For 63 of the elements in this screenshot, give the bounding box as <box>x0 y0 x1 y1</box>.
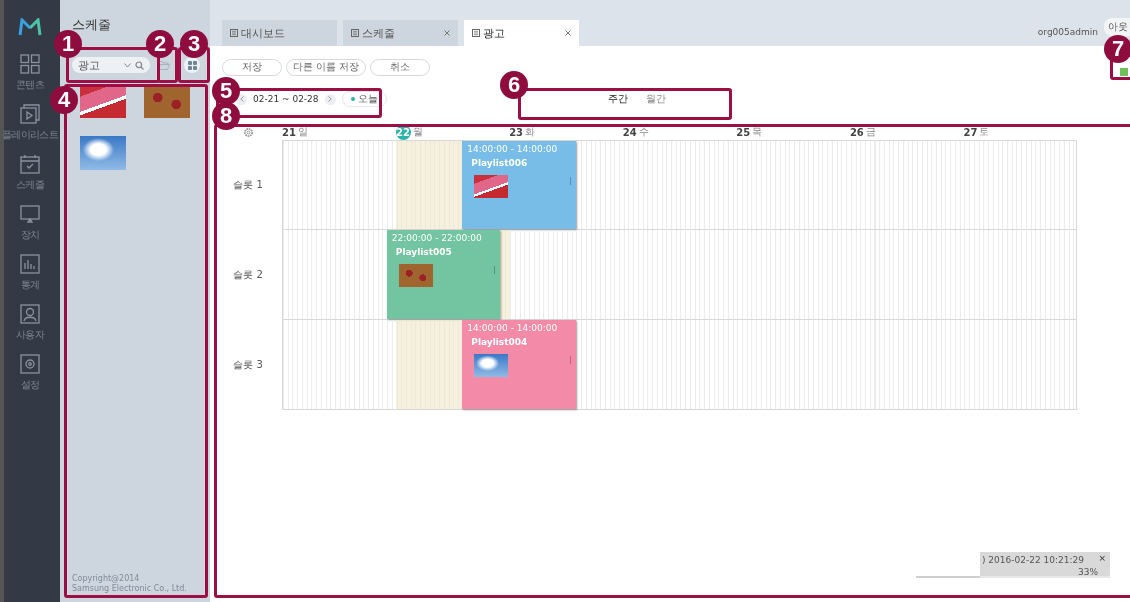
nav-item[interactable]: 장치 <box>0 202 60 244</box>
search-icon <box>135 60 144 70</box>
photo-placeholder[interactable] <box>80 136 126 170</box>
grid-icon <box>20 54 40 74</box>
tab[interactable]: 스케줄 <box>343 20 458 46</box>
next-button[interactable] <box>324 93 336 105</box>
close-icon[interactable] <box>444 30 450 36</box>
tab[interactable]: 대시보드 <box>222 20 337 46</box>
document-icon <box>472 29 480 37</box>
view-tab[interactable]: 주간 <box>608 92 628 106</box>
date-range: 02-21 ~ 02-28 <box>253 94 319 104</box>
monitor-icon <box>20 204 40 224</box>
day-header: 21 일 <box>282 125 309 140</box>
gear-icon <box>20 354 40 374</box>
progress-percent: 33% <box>1078 567 1098 577</box>
logout-button[interactable]: 아웃 <box>1104 18 1130 36</box>
today-button[interactable]: 오늘 <box>341 91 387 107</box>
toolbar-button[interactable]: 다른 이름 저장 <box>286 58 366 76</box>
logo-icon <box>18 18 42 36</box>
play-icon <box>20 104 40 124</box>
user-name: org005admin <box>1037 27 1098 37</box>
day-header: 27 토 <box>963 125 991 140</box>
chevron-right-icon <box>328 96 333 102</box>
day-header: 26 금 <box>849 125 877 140</box>
tab[interactable]: 광고 <box>464 20 579 46</box>
settings-icon[interactable] <box>242 126 254 138</box>
copyright-text: Copyright@2014 Samsung Electronic Co., Ltd. <box>72 574 187 594</box>
day-header: 22 월 <box>395 124 424 140</box>
nav-item[interactable]: 스케줄 <box>0 152 60 194</box>
resize-handle[interactable] <box>494 266 496 274</box>
nav-item[interactable]: 사용자 <box>0 302 60 344</box>
day-header: 23 화 <box>509 125 537 140</box>
folder-icon[interactable] <box>158 60 170 70</box>
toolbar-button[interactable]: 저장 <box>222 58 282 76</box>
slot-label: 슬롯 2 <box>233 268 263 282</box>
chart-icon <box>20 254 40 274</box>
chevron-left-icon <box>239 96 244 102</box>
caret-icon <box>124 62 131 68</box>
slot-label: 슬롯 3 <box>233 358 263 372</box>
resize-handle[interactable] <box>569 356 571 364</box>
photo-placeholder <box>474 354 509 377</box>
toast-text: ) 2016-02-22 10:21:29 <box>982 555 1084 565</box>
resize-handle[interactable] <box>569 177 571 185</box>
document-icon <box>351 29 359 37</box>
user-icon <box>20 304 40 324</box>
photo-placeholder <box>474 175 509 198</box>
view-tab[interactable]: 월간 <box>646 92 666 106</box>
nav-item[interactable]: 설정 <box>0 352 60 394</box>
search-field[interactable]: 광고 <box>72 57 150 73</box>
toolbar-button[interactable]: 취소 <box>369 58 430 76</box>
slot-label: 슬롯 1 <box>233 178 263 192</box>
nav-item[interactable]: 통계 <box>0 252 60 294</box>
photo-placeholder <box>398 264 433 287</box>
close-icon[interactable] <box>565 30 571 36</box>
grid-view-button[interactable] <box>184 57 200 73</box>
close-button[interactable]: × <box>1098 553 1106 563</box>
document-icon <box>230 29 238 37</box>
day-header: 25 목 <box>736 125 764 140</box>
grid-icon <box>187 60 197 70</box>
dot-icon <box>350 97 355 101</box>
panel-title: 스케줄 <box>72 17 111 32</box>
calendar-icon <box>20 154 40 174</box>
day-header: 24 수 <box>622 125 650 140</box>
